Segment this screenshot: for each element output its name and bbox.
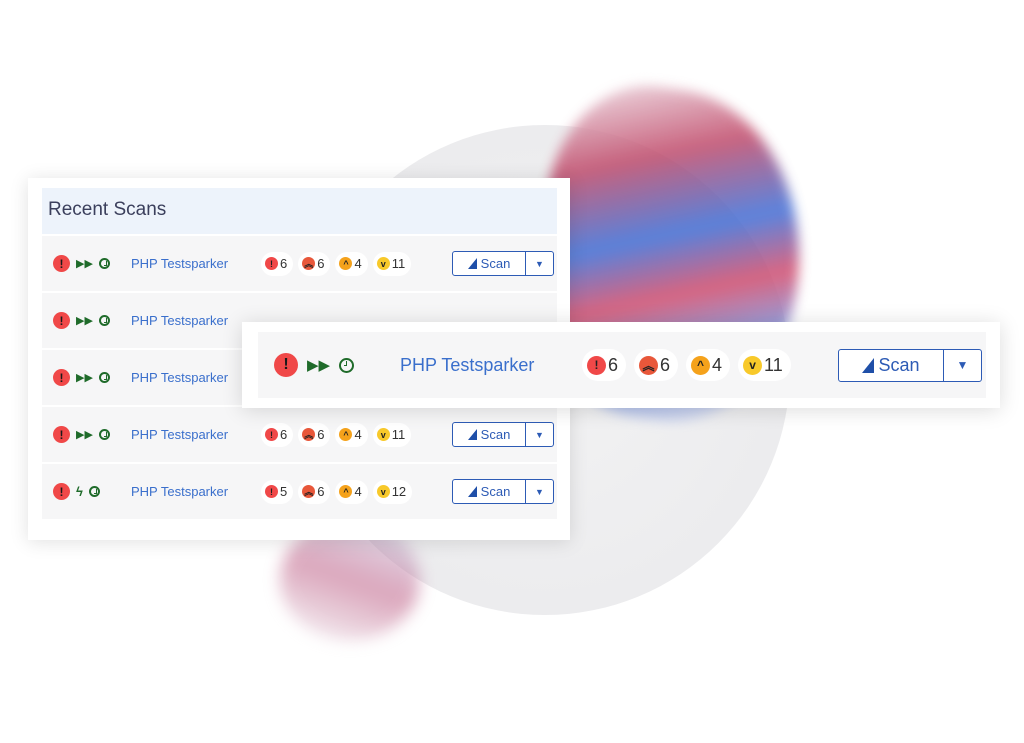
shark-fin-icon (467, 486, 477, 497)
scan-dropdown-toggle[interactable]: ▼ (526, 252, 553, 275)
low-count-badge: v 11 (372, 251, 412, 276)
chevron-up-icon: ^ (339, 428, 353, 441)
scan-button[interactable]: Scan (453, 252, 526, 275)
scan-target-link[interactable]: PHP Testsparker (131, 484, 261, 499)
scan-dropdown-toggle[interactable]: ▼ (526, 423, 553, 446)
critical-count-badge: ! 6 (261, 251, 294, 276)
fast-forward-icon: ▶▶ (76, 429, 93, 441)
chevron-down-icon: v (376, 257, 390, 270)
critical-icon: ! (53, 312, 70, 329)
chevron-down-icon: v (376, 485, 390, 498)
double-chevron-up-icon: ︽ (302, 428, 316, 441)
shark-fin-icon (862, 357, 875, 373)
clock-icon (98, 372, 110, 383)
critical-icon: ! (265, 485, 278, 498)
scan-row: ! ▶▶ PHP Testsparker! 6 ︽ 6 ^ 4 v 11 Scan ▼ (42, 236, 557, 291)
clock-icon (98, 258, 110, 269)
fast-forward-icon: ▶▶ (76, 315, 93, 327)
double-chevron-up-icon: ︽ (302, 485, 316, 498)
critical-icon: ! (265, 428, 278, 441)
low-count-badge: v 11 (738, 349, 791, 381)
critical-icon: ! (265, 257, 278, 270)
fast-forward-icon: ▶▶ (76, 372, 93, 384)
chevron-down-icon: v (376, 428, 390, 441)
chevron-up-icon: ^ (339, 257, 353, 270)
clock-icon (88, 486, 100, 497)
scan-target-link[interactable]: PHP Testsparker (131, 427, 261, 442)
fast-forward-icon: ▶▶ (307, 357, 331, 374)
medium-count-badge: ^ 4 (686, 349, 731, 381)
clock-icon (98, 429, 110, 440)
critical-icon: ! (53, 426, 70, 443)
critical-icon: ! (274, 353, 298, 377)
critical-icon: ! (53, 483, 70, 500)
high-count-badge: ︽ 6 (634, 349, 679, 381)
fast-forward-icon: ▶▶ (76, 258, 93, 270)
high-count-badge: ︽ 6 (298, 479, 331, 504)
scan-button[interactable]: Scan (453, 423, 526, 446)
scan-dropdown-toggle[interactable]: ▼ (944, 350, 981, 381)
medium-count-badge: ^ 4 (335, 422, 368, 447)
chevron-down-icon: v (743, 355, 763, 375)
scan-target-link[interactable]: PHP Testsparker (400, 355, 582, 376)
scan-button[interactable]: Scan (453, 480, 526, 503)
shark-fin-icon (467, 258, 477, 269)
scan-split-button: Scan ▼ (838, 348, 982, 382)
double-chevron-up-icon: ︽ (639, 355, 659, 375)
critical-icon: ! (587, 355, 606, 375)
lightning-icon: ϟ (76, 484, 83, 499)
scan-split-button: Scan ▼ (452, 479, 554, 504)
medium-count-badge: ^ 4 (335, 479, 368, 504)
low-count-badge: v 11 (372, 422, 412, 447)
high-count-badge: ︽ 6 (298, 251, 331, 276)
medium-count-badge: ^ 4 (335, 251, 368, 276)
scan-dropdown-toggle[interactable]: ▼ (526, 480, 553, 503)
highlighted-scan-card: ! ▶▶ PHP Testsparker ! 6 ︽ 6 ^ 4 v 11 Scan ▼ (242, 322, 1000, 408)
critical-count-badge: ! 6 (582, 349, 627, 381)
scan-row: ! ▶▶ PHP Testsparker! 6 ︽ 6 ^ 4 v 11 Scan ▼ (42, 407, 557, 462)
panel-title: Recent Scans (42, 188, 557, 234)
scan-row: ! ϟ PHP Testsparker! 5 ︽ 6 ^ 4 v 12 Scan ▼ (42, 464, 557, 519)
low-count-badge: v 12 (372, 479, 413, 504)
scan-split-button: Scan ▼ (452, 251, 554, 276)
clock-icon (339, 357, 355, 373)
critical-count-badge: ! 6 (261, 422, 294, 447)
scan-row: ! ▶▶ PHP Testsparker ! 6 ︽ 6 ^ 4 v 11 Scan ▼ (258, 332, 986, 398)
scan-target-link[interactable]: PHP Testsparker (131, 256, 261, 271)
chevron-up-icon: ^ (339, 485, 353, 498)
scan-button[interactable]: Scan (839, 349, 944, 381)
double-chevron-up-icon: ︽ (302, 257, 316, 270)
chevron-up-icon: ^ (691, 355, 711, 375)
scan-split-button: Scan ▼ (452, 422, 554, 447)
critical-count-badge: ! 5 (261, 479, 294, 504)
clock-icon (98, 315, 110, 326)
critical-icon: ! (53, 369, 70, 386)
critical-icon: ! (53, 255, 70, 272)
shark-fin-icon (467, 429, 477, 440)
high-count-badge: ︽ 6 (298, 422, 331, 447)
